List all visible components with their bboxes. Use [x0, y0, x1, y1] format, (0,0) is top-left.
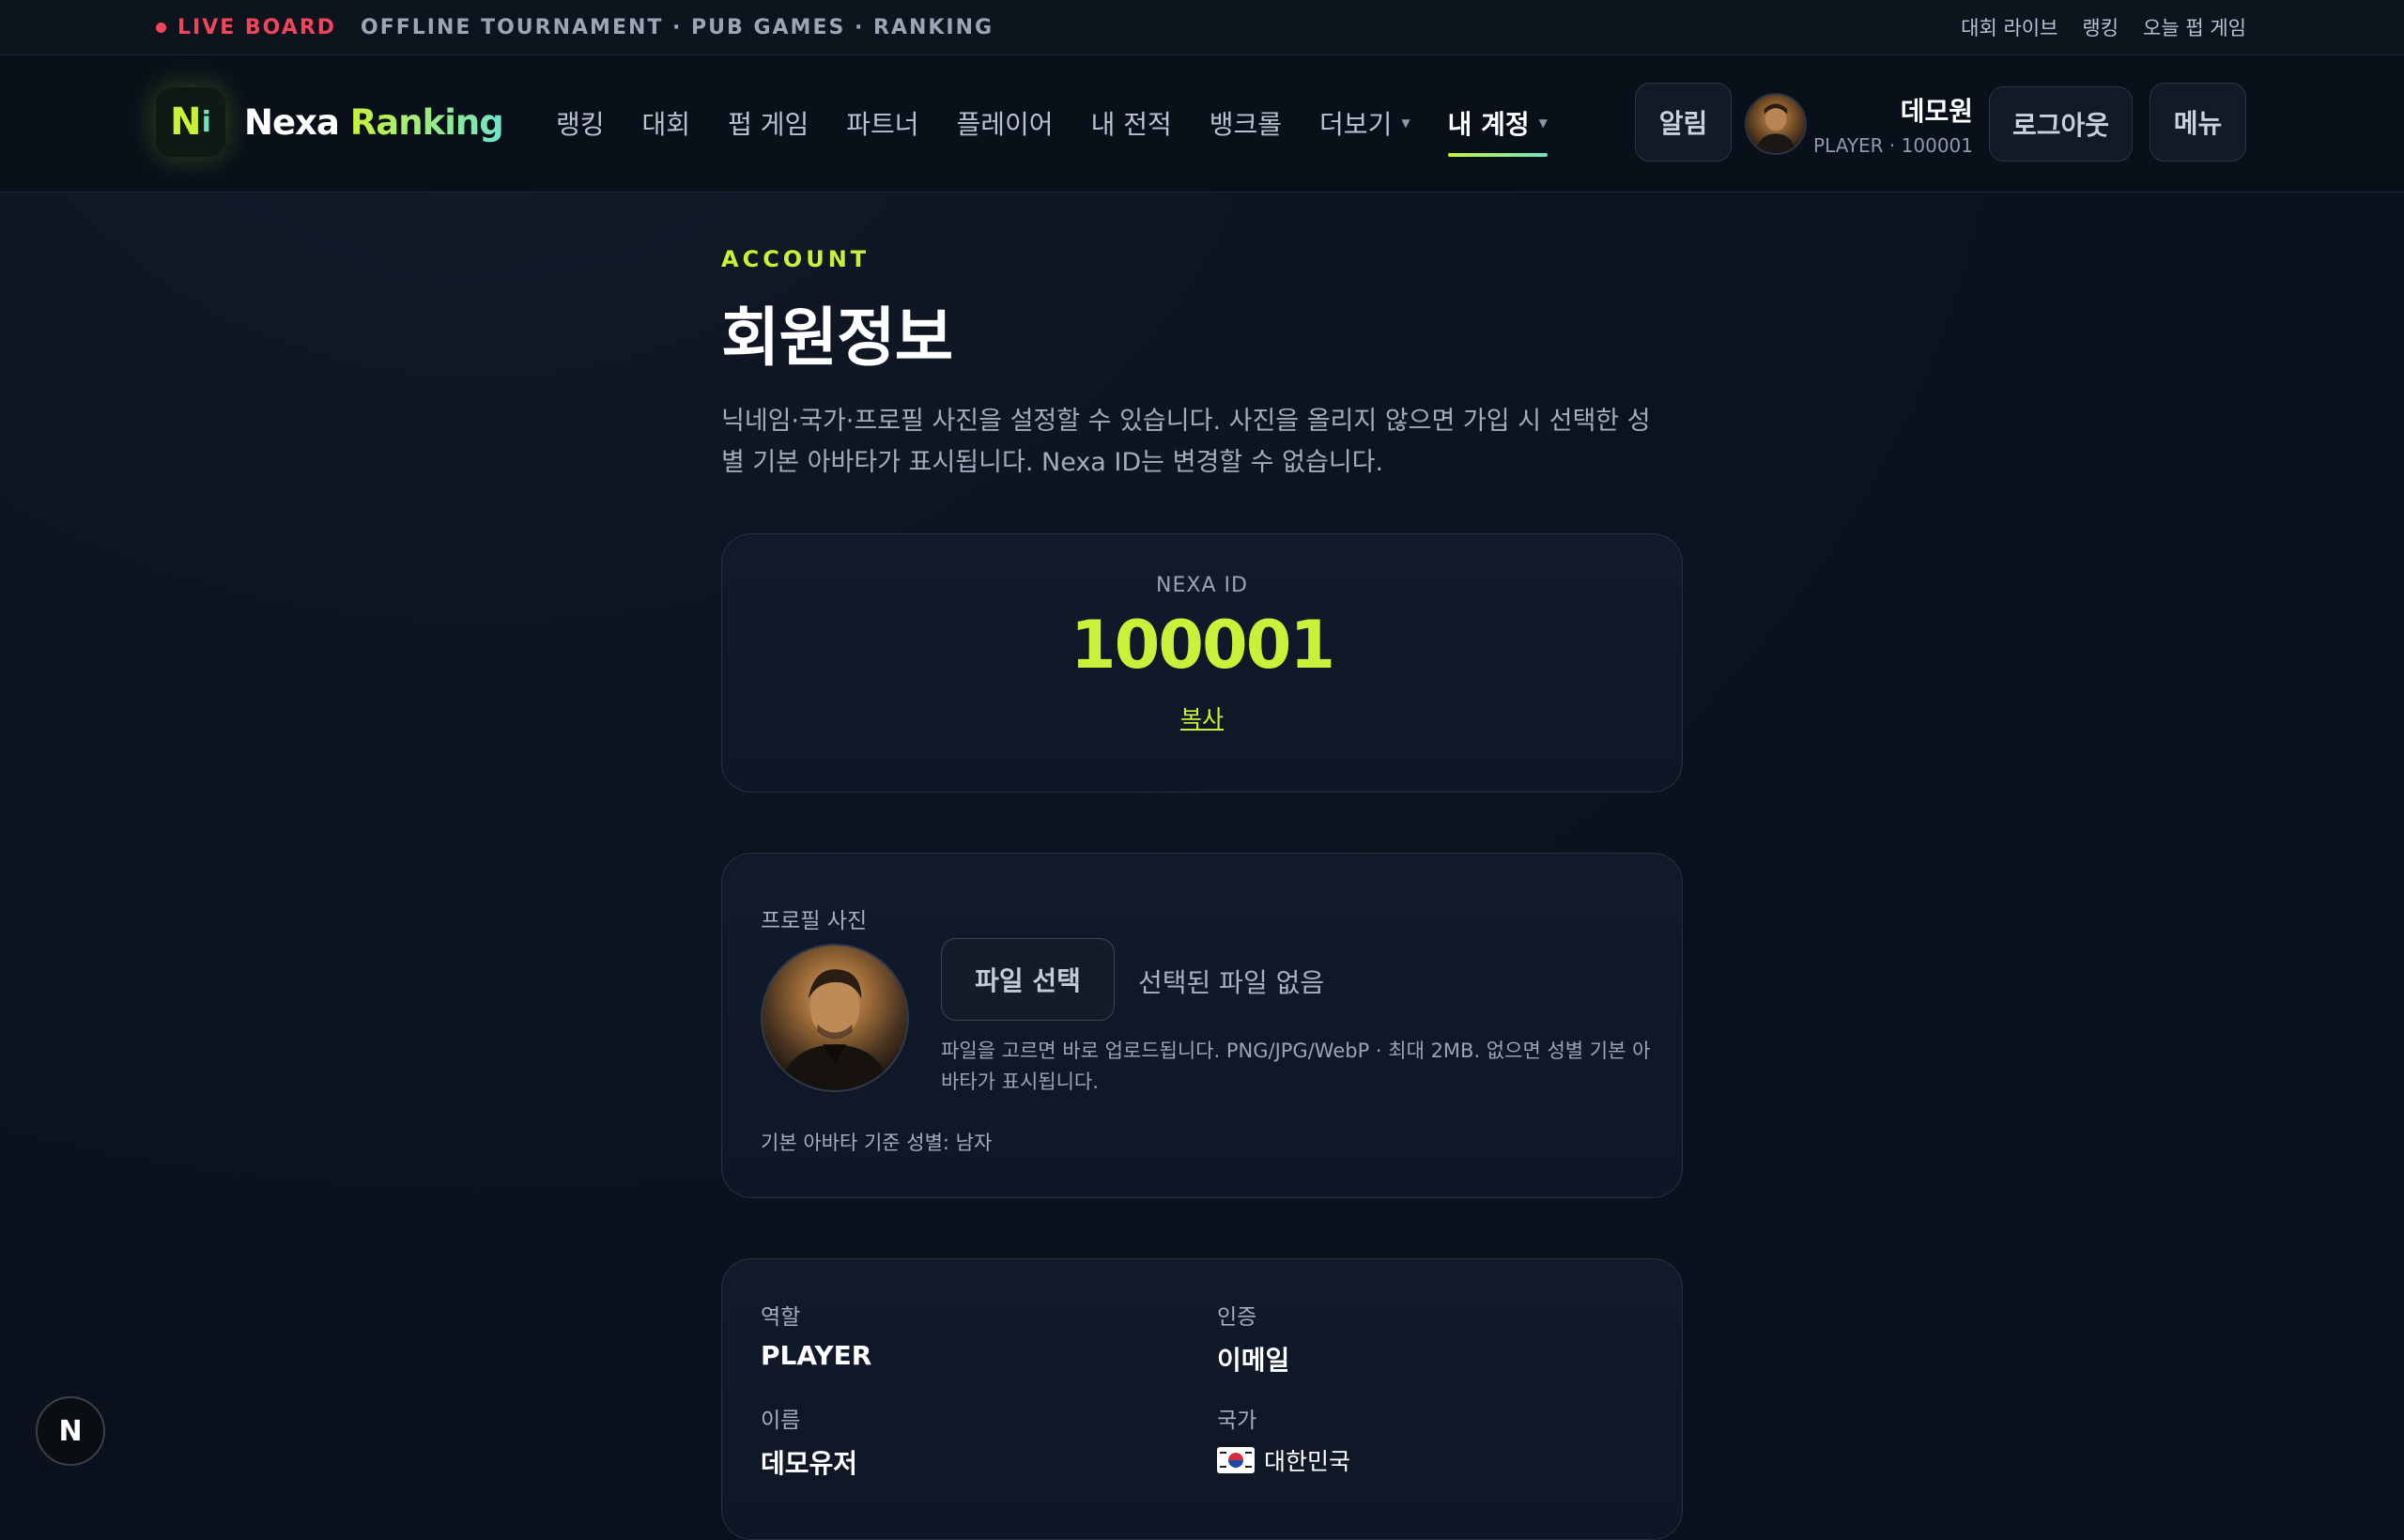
choose-file-button[interactable]: 파일 선택 [941, 938, 1115, 1021]
logo[interactable]: Ni Nexa Ranking [156, 87, 504, 157]
nexa-id-value: 100001 [1070, 607, 1335, 684]
nav-players[interactable]: 플레이어 [957, 104, 1054, 142]
account-info-card: 역할 PLAYER 인증 이메일 이름 데모유저 국가 대한민국 [721, 1258, 1683, 1540]
logout-button[interactable]: 로그아웃 [1989, 86, 2133, 162]
role-field: 역할 PLAYER [761, 1299, 1217, 1378]
auth-value: 이메일 [1217, 1345, 1290, 1376]
account-info-grid: 역할 PLAYER 인증 이메일 이름 데모유저 국가 대한민국 [761, 1299, 1645, 1481]
dev-tools-n-button[interactable]: N [36, 1396, 105, 1466]
logo-word-ranking: Ranking [349, 101, 504, 143]
ticker-text: OFFLINE TOURNAMENT · PUB GAMES · RANKING [361, 15, 994, 39]
nav-my-account-label: 내 계정 [1447, 109, 1530, 140]
file-status-text: 선택된 파일 없음 [1138, 967, 1325, 998]
country-value-row: 대한민국 [1217, 1443, 1645, 1477]
quick-link-today-pub-game[interactable]: 오늘 펍 게임 [2143, 13, 2246, 41]
user-name: 데모원 [1900, 96, 1973, 127]
page-title: 회원정보 [721, 301, 953, 376]
logo-wordmark: Nexa Ranking [244, 101, 504, 143]
live-board-ticker: LIVE BOARD OFFLINE TOURNAMENT · PUB GAME… [156, 16, 994, 39]
profile-photo-card: 프로필 사진 파일 선택 선택된 파일 없음 파일을 고르면 바로 업로드됩니다… [721, 853, 1683, 1198]
korea-flag-icon [1217, 1447, 1255, 1473]
nexa-id-label: NEXA ID [1156, 574, 1248, 597]
copy-id-link[interactable]: 복사 [1180, 701, 1224, 734]
country-field: 국가 대한민국 [1217, 1402, 1645, 1481]
page-description: 닉네임·국가·프로필 사진을 설정할 수 있습니다. 사진을 올리지 않으면 가… [721, 407, 1651, 477]
logo-word-nexa: Nexa [244, 101, 340, 143]
default-avatar-gender-note: 기본 아바타 기준 성별: 남자 [761, 1132, 993, 1154]
profile-photo-label: 프로필 사진 [761, 909, 868, 933]
profile-photo-image [778, 969, 891, 1090]
auth-field: 인증 이메일 [1217, 1299, 1645, 1378]
user-avatar[interactable] [1745, 93, 1807, 155]
user-role-id: PLAYER · 100001 [1813, 134, 1973, 157]
top-quick-links: 대회 라이브 랭킹 오늘 펍 게임 [1961, 13, 2246, 41]
country-value: 대한민국 [1264, 1448, 1351, 1475]
nexa-id-card: NEXA ID 100001 복사 [721, 533, 1683, 793]
nav-my-account-dropdown[interactable]: 내 계정 ▼ [1447, 104, 1549, 157]
nav-tournament[interactable]: 대회 [642, 104, 691, 142]
upload-help-text: 파일을 고르면 바로 업로드됩니다. PNG/JPG/WebP · 최대 2MB… [941, 1040, 1651, 1093]
page-heading: ACCOUNT 회원정보 닉네임·국가·프로필 사진을 설정할 수 있습니다. … [721, 246, 1683, 484]
nav-pub-games[interactable]: 펍 게임 [728, 104, 809, 142]
name-label: 이름 [761, 1409, 801, 1433]
chevron-down-icon: ▼ [1401, 116, 1410, 130]
profile-photo-avatar [761, 944, 909, 1092]
live-board-label: LIVE BOARD [177, 15, 337, 39]
notifications-button[interactable]: 알림 [1635, 83, 1732, 162]
live-dot-icon [156, 22, 166, 33]
primary-nav: 랭킹 대회 펍 게임 파트너 플레이어 내 전적 뱅크롤 더보기 ▼ 내 계정 … [556, 104, 1549, 157]
nav-bankroll[interactable]: 뱅크롤 [1210, 104, 1282, 142]
name-field: 이름 데모유저 [761, 1402, 1217, 1481]
quick-link-ranking[interactable]: 랭킹 [2082, 13, 2119, 41]
nav-more-label: 더보기 [1319, 109, 1393, 140]
nav-more-dropdown[interactable]: 더보기 ▼ [1319, 104, 1410, 142]
logo-mark-icon: Ni [156, 87, 225, 157]
logo-mark-i: i [201, 105, 211, 139]
name-value: 데모유저 [761, 1448, 858, 1479]
top-strip: LIVE BOARD OFFLINE TOURNAMENT · PUB GAME… [0, 0, 2404, 55]
nav-partner[interactable]: 파트너 [846, 104, 918, 142]
role-value: PLAYER [761, 1340, 872, 1371]
auth-label: 인증 [1217, 1305, 1257, 1330]
main-header: Ni Nexa Ranking 랭킹 대회 펍 게임 파트너 플레이어 내 전적… [0, 55, 2404, 192]
role-label: 역할 [761, 1305, 801, 1330]
menu-button[interactable]: 메뉴 [2150, 83, 2246, 162]
quick-link-tournament-live[interactable]: 대회 라이브 [1961, 13, 2057, 41]
nav-ranking[interactable]: 랭킹 [556, 104, 605, 142]
user-avatar-image [1755, 103, 1796, 153]
user-summary: 데모원 PLAYER · 100001 [1813, 91, 1973, 157]
country-label: 국가 [1217, 1409, 1257, 1433]
nav-my-record[interactable]: 내 전적 [1091, 104, 1172, 142]
page-eyebrow: ACCOUNT [721, 246, 871, 272]
chevron-down-icon: ▼ [1538, 116, 1548, 130]
logo-mark-n: N [170, 100, 202, 144]
